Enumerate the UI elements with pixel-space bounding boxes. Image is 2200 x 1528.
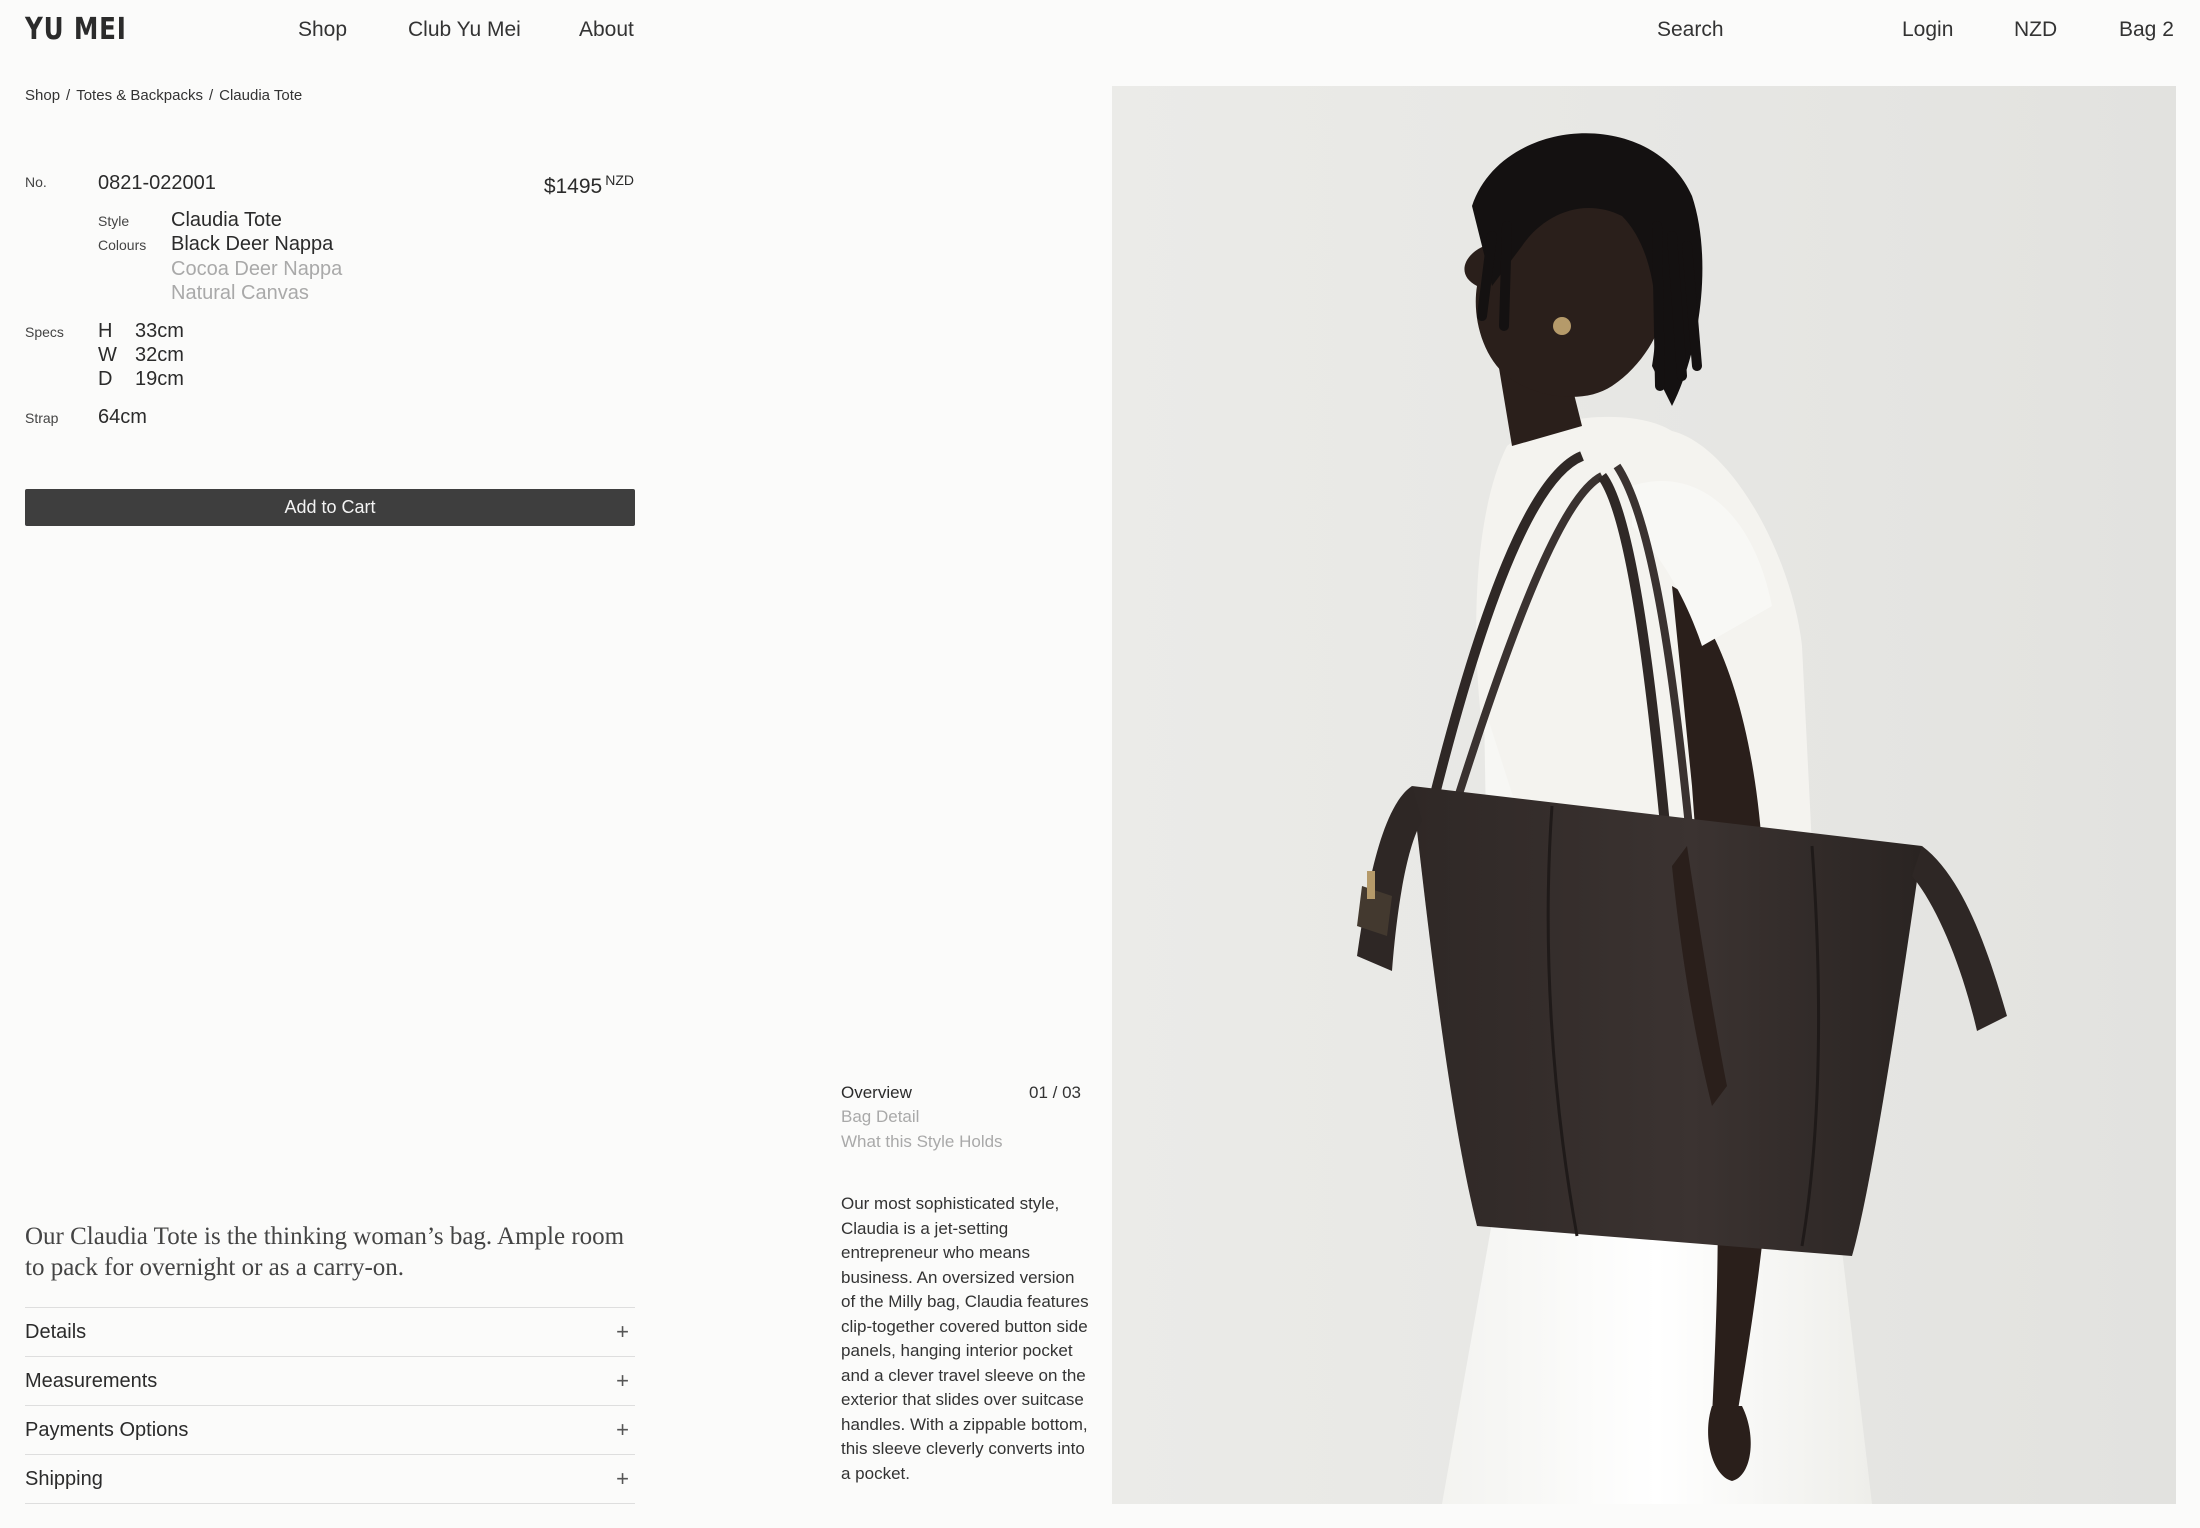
gallery-counter: 01 / 03 [1029, 1083, 1081, 1102]
strap-label: Strap [25, 410, 59, 426]
plus-icon[interactable]: + [616, 1417, 635, 1443]
strap-value: 64cm [98, 406, 147, 428]
accordion-shipping[interactable]: Shipping + [25, 1455, 635, 1504]
bag-link[interactable]: Bag 2 [2119, 18, 2174, 42]
accordion-label: Shipping [25, 1467, 103, 1490]
style-label: Style [98, 213, 130, 229]
spec-value: 32cm [135, 344, 184, 366]
plus-icon[interactable]: + [616, 1466, 635, 1492]
currency-selector[interactable]: NZD [2014, 18, 2057, 42]
breadcrumb-current: Claudia Tote [219, 87, 303, 104]
spec-value: 33cm [135, 320, 184, 342]
nav-about[interactable]: About [579, 18, 634, 42]
add-to-cart-button[interactable]: Add to Cart [25, 489, 635, 526]
price-currency: NZD [605, 172, 634, 188]
colour-option[interactable]: Natural Canvas [171, 282, 309, 305]
colour-option[interactable]: Cocoa Deer Nappa [171, 258, 342, 281]
price-amount: $1495 [543, 175, 603, 198]
gallery-tab-overview[interactable]: Overview [841, 1083, 912, 1103]
nav-shop[interactable]: Shop [298, 18, 347, 42]
accordion-details[interactable]: Details + [25, 1308, 635, 1357]
spec-dimension: W [98, 344, 117, 366]
product-hero-image[interactable] [1112, 86, 2176, 1504]
accordion-label: Measurements [25, 1369, 158, 1392]
breadcrumb-totes-backpacks[interactable]: Totes & Backpacks [76, 87, 203, 104]
plus-icon[interactable]: + [616, 1319, 635, 1345]
accordion-payments-options[interactable]: Payments Options + [25, 1406, 635, 1455]
breadcrumb-separator: / [66, 87, 71, 104]
gallery-tab-bag-detail[interactable]: Bag Detail [841, 1107, 919, 1127]
spec-dimension: D [98, 368, 113, 390]
accordion-label: Payments Options [25, 1418, 189, 1441]
breadcrumb: Shop / Totes & Backpacks / Claudia Tote [25, 87, 302, 104]
info-accordion: Details + Measurements + Payments Option… [25, 1307, 635, 1504]
product-tagline: Our Claudia Tote is the thinking woman’s… [25, 1223, 625, 1281]
spec-value: 19cm [135, 368, 184, 390]
accordion-label: Details [25, 1320, 87, 1343]
product-description: Our most sophisticated style, Claudia is… [841, 1194, 1089, 1483]
specs-label: Specs [25, 324, 64, 340]
style-value: Claudia Tote [171, 209, 282, 231]
spec-dimension: H [98, 320, 113, 342]
plus-icon[interactable]: + [616, 1368, 635, 1394]
product-price: $1495 NZD [544, 172, 634, 199]
accordion-measurements[interactable]: Measurements + [25, 1357, 635, 1406]
breadcrumb-shop[interactable]: Shop [25, 87, 60, 104]
site-logo[interactable]: YU MEI [25, 12, 127, 47]
product-number: 0821-022001 [98, 172, 216, 194]
search-link[interactable]: Search [1657, 18, 1724, 42]
nav-club-yu-mei[interactable]: Club Yu Mei [408, 18, 521, 42]
product-number-label: No. [25, 174, 47, 190]
colours-label: Colours [98, 237, 147, 253]
model-with-tote-illustration [1357, 133, 2007, 1504]
login-link[interactable]: Login [1902, 18, 1953, 42]
colour-option-selected[interactable]: Black Deer Nappa [171, 233, 333, 256]
gallery-tab-what-this-style-holds[interactable]: What this Style Holds [841, 1132, 1003, 1152]
breadcrumb-separator: / [208, 87, 214, 104]
